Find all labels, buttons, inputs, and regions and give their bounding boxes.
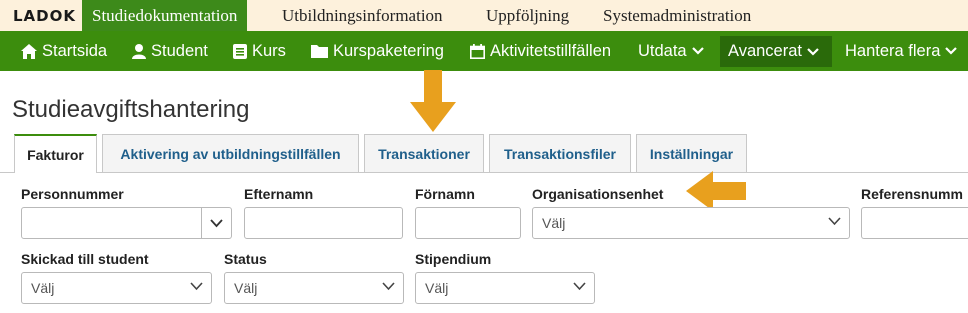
personnummer-dropdown-button[interactable] [202,207,232,239]
personnummer-input[interactable] [21,207,202,239]
page-title: Studieavgiftshantering [12,96,250,123]
status-label: Status [224,251,267,267]
topnav-systemadministration[interactable]: Systemadministration [593,0,761,31]
fornamn-label: Förnamn [415,186,475,202]
fornamn-input[interactable] [415,207,521,239]
topnav-uppfoljning[interactable]: Uppföljning [476,0,579,31]
chevron-down-icon [828,217,841,226]
topnav-studiedokumentation[interactable]: Studiedokumentation [82,0,248,31]
stipendium-value: Välj [425,280,449,296]
book-icon [233,43,247,59]
topnav-utbildningsinformation[interactable]: Utbildningsinformation [272,0,453,31]
chevron-down-icon [210,219,223,228]
tab-transaktioner[interactable]: Transaktioner [364,134,484,172]
organisationsenhet-value: Välj [542,215,566,231]
referensnummer-label: Referensnumm [861,186,963,202]
efternamn-input[interactable] [244,207,403,239]
menu-item-aktivitetstillfallen[interactable]: Aktivitetstillfällen [470,31,611,71]
calendar-icon [470,43,485,59]
menu-item-utdata[interactable]: Utdata [638,31,709,71]
stipendium-label: Stipendium [415,251,492,267]
menu-item-startsida[interactable]: Startsida [21,31,107,71]
chevron-down-icon [945,47,958,55]
menu-item-avancerat[interactable]: Avancerat [720,36,832,67]
tab-fakturor[interactable]: Fakturor [14,134,97,173]
user-icon [132,43,146,59]
menu-item-label: Utdata [638,42,687,60]
skickad-label: Skickad till student [21,251,149,267]
menu-item-label: Avancerat [728,42,802,60]
tab-transaktionsfiler[interactable]: Transaktionsfiler [489,134,631,172]
referensnummer-input[interactable] [861,207,968,239]
menu-item-label: Hantera flera [845,42,941,60]
tab-aktivering[interactable]: Aktivering av utbildningstillfällen [102,134,359,172]
efternamn-label: Efternamn [244,186,314,202]
tab-installningar[interactable]: Inställningar [636,134,747,172]
ladok-logo[interactable]: LADOK [13,7,76,25]
menu-item-student[interactable]: Student [132,31,208,71]
chevron-down-icon [573,282,586,291]
menu-item-label: Aktivitetstillfällen [490,42,612,60]
top-bar: LADOK Studiedokumentation Utbildningsinf… [0,0,968,31]
menu-item-kurspaketering[interactable]: Kurspaketering [311,31,444,71]
organisationsenhet-label: Organisationsenhet [532,186,664,202]
organisationsenhet-select[interactable]: Välj [532,207,850,239]
left-arrow-icon [686,171,746,211]
menu-item-hantera-flera[interactable]: Hantera flera [845,31,962,71]
menu-item-label: Student [151,42,208,60]
status-value: Välj [234,280,258,296]
menu-item-kurs[interactable]: Kurs [233,31,286,71]
skickad-select[interactable]: Välj [21,272,212,304]
home-icon [21,43,37,59]
menu-item-label: Kurs [252,42,286,60]
chevron-down-icon [807,47,819,56]
stipendium-select[interactable]: Välj [415,272,595,304]
menu-item-label: Kurspaketering [333,42,444,60]
status-select[interactable]: Välj [224,272,404,304]
chevron-down-icon [382,282,395,291]
chevron-down-icon [190,282,203,291]
personnummer-label: Personnummer [21,186,124,202]
skickad-value: Välj [31,280,55,296]
menu-item-label: Startsida [42,42,108,60]
chevron-down-icon [691,47,704,55]
folder-icon [311,45,328,58]
main-menu: Startsida Student Kurs Kurspaketering Ak… [0,31,968,71]
down-arrow-icon [410,70,456,132]
